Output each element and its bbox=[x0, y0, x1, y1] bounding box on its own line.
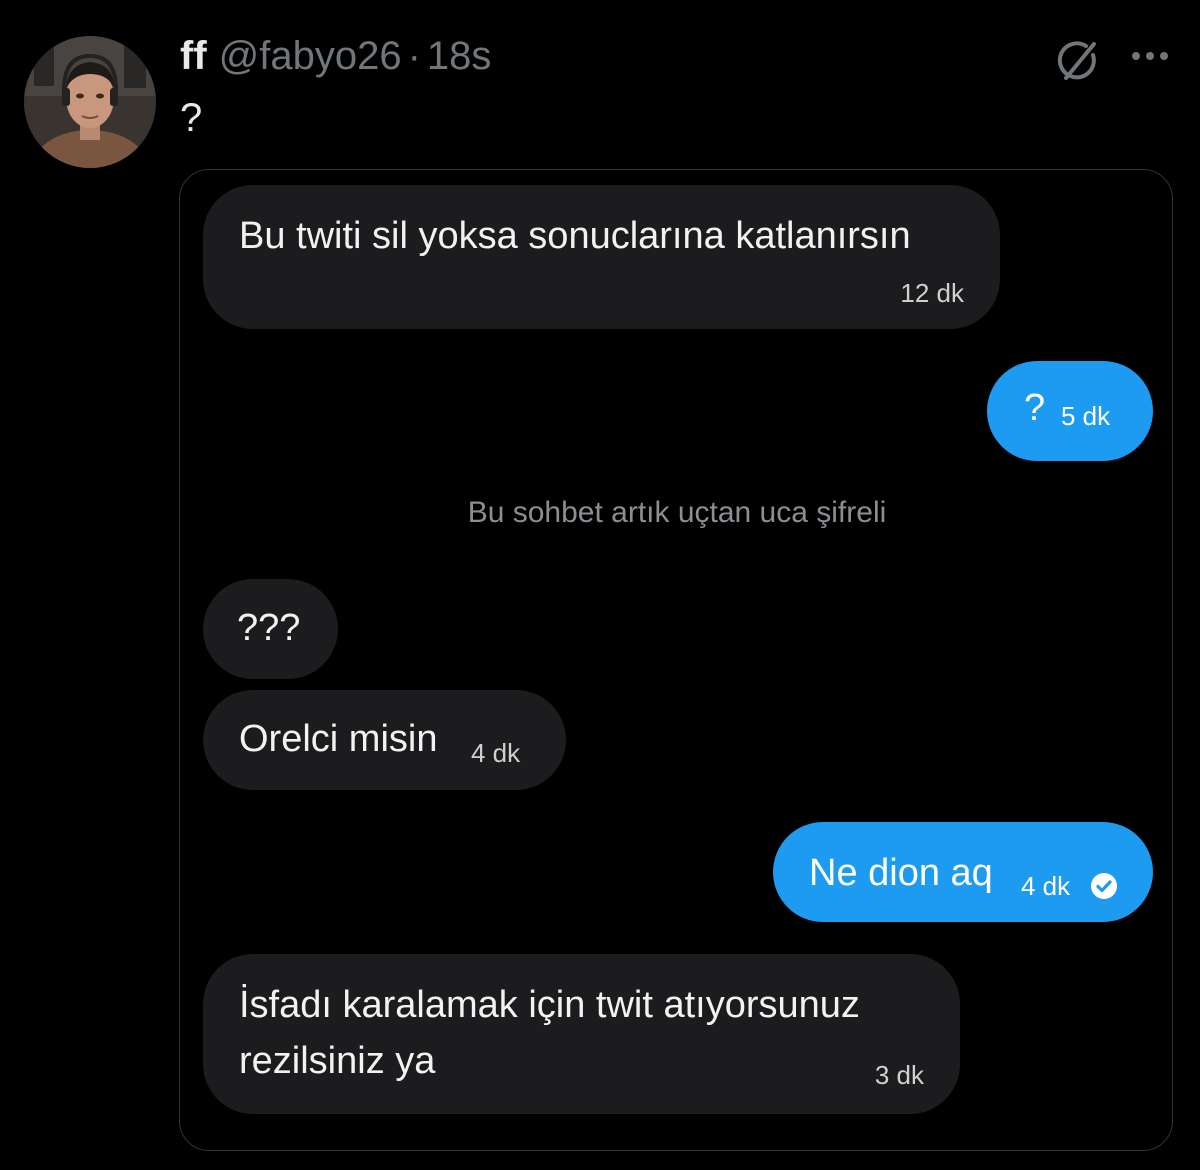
message-bubble-outgoing: Ne dion aq 4 dk bbox=[773, 822, 1153, 922]
more-dots-icon[interactable] bbox=[1128, 44, 1172, 68]
media-image[interactable]: Bu twiti sil yoksa sonuclarına katlanırs… bbox=[179, 169, 1173, 1151]
message-text: ??? bbox=[237, 607, 301, 649]
profile-photo bbox=[24, 36, 156, 168]
message-text-line-1: İsfadı karalamak için twit atıyorsunuz bbox=[239, 984, 860, 1026]
message-text-line-2: rezilsiniz ya bbox=[239, 1040, 436, 1082]
tweet-header: ff @fabyo26 · 18s bbox=[180, 34, 491, 82]
message-bubble-outgoing: ? 5 dk bbox=[987, 361, 1153, 461]
message-time: 4 dk bbox=[471, 738, 521, 768]
avatar[interactable] bbox=[24, 36, 156, 168]
message-text: Ne dion aq bbox=[809, 852, 993, 894]
message-time: 5 dk bbox=[1061, 401, 1111, 431]
message-bubble-incoming: Orelci misin 4 dk bbox=[203, 690, 566, 790]
username-handle[interactable]: @fabyo26 bbox=[219, 34, 402, 79]
message-bubble-incoming: İsfadı karalamak için twit atıyorsunuz r… bbox=[203, 954, 960, 1114]
encryption-notice: Bu sohbet artık uçtan uca şifreli bbox=[467, 496, 887, 529]
timestamp[interactable]: 18s bbox=[427, 34, 492, 79]
message-time: 4 dk bbox=[1021, 871, 1071, 901]
message-time: 12 dk bbox=[900, 278, 964, 308]
display-name[interactable]: ff bbox=[180, 34, 207, 79]
message-bubble-incoming: Bu twiti sil yoksa sonuclarına katlanırs… bbox=[203, 185, 1000, 329]
message-text: Orelci misin bbox=[239, 718, 438, 760]
grok-icon[interactable] bbox=[1056, 38, 1100, 82]
tweet-text: ? bbox=[180, 96, 203, 140]
message-text: ? bbox=[1024, 387, 1046, 429]
message-bubble-incoming: ??? bbox=[203, 579, 338, 679]
separator-dot: · bbox=[407, 34, 421, 78]
check-circle-icon bbox=[1091, 873, 1117, 899]
message-text: Bu twiti sil yoksa sonuclarına katlanırs… bbox=[239, 215, 911, 257]
message-time: 3 dk bbox=[874, 1060, 924, 1090]
